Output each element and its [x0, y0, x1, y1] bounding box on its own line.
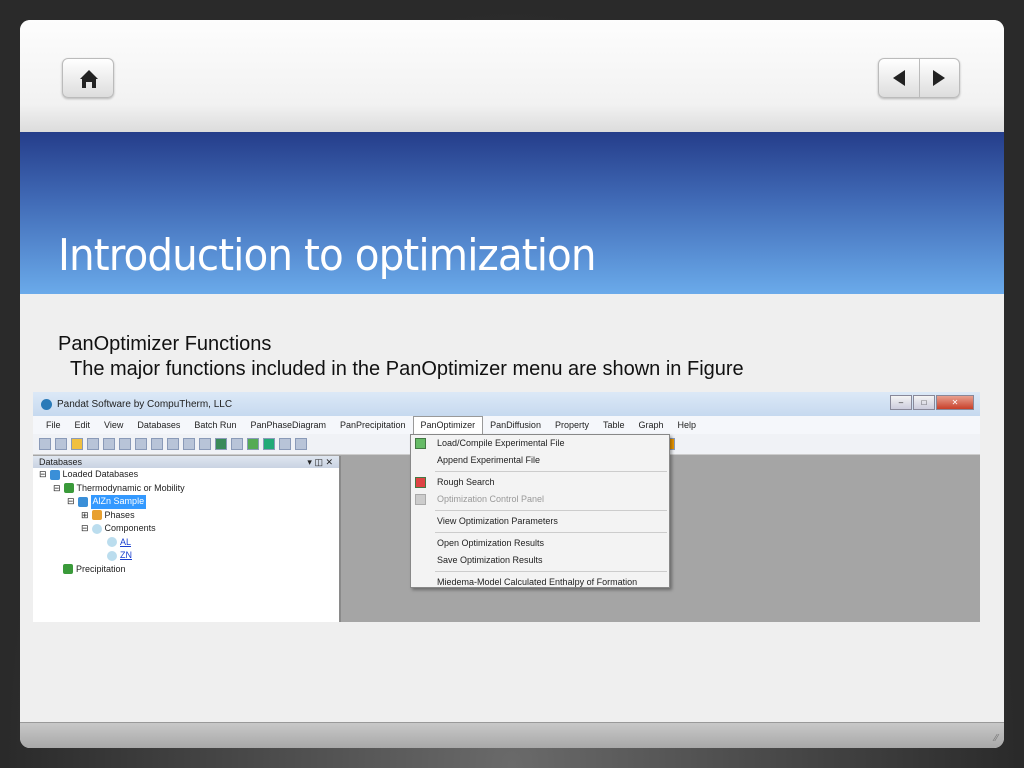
print-icon[interactable] — [135, 438, 147, 450]
delete-icon[interactable] — [199, 438, 211, 450]
tree-item[interactable]: ⊞ Phases — [33, 509, 339, 523]
menu-panoptimizer[interactable]: PanOptimizer — [412, 416, 484, 434]
slide-body-text: The major functions included in the PanO… — [70, 358, 744, 380]
minimize-button[interactable]: – — [890, 395, 912, 410]
menu-separator — [435, 571, 667, 572]
menu-item-save-results[interactable]: Save Optimization Results — [411, 552, 669, 569]
menu-separator — [435, 532, 667, 533]
menu-help[interactable]: Help — [671, 420, 704, 430]
slide-title: Introduction to optimization — [58, 230, 597, 281]
menu-item-control-panel[interactable]: Optimization Control Panel — [411, 491, 669, 508]
control-panel-icon — [415, 494, 426, 505]
tree-item[interactable]: ⊟ Loaded Databases — [33, 468, 339, 482]
cut-icon[interactable] — [151, 438, 163, 450]
triangle-right-icon — [933, 70, 946, 86]
slide-header — [20, 20, 1004, 132]
load-file-icon — [415, 438, 426, 449]
menu-edit[interactable]: Edit — [68, 420, 98, 430]
menu-item-load-compile[interactable]: Load/Compile Experimental File — [411, 435, 669, 452]
database-tree: ⊟ Loaded Databases ⊟ Thermodynamic or Mobi… — [33, 468, 339, 576]
preview-icon[interactable] — [119, 438, 131, 450]
menu-item-view-parameters[interactable]: View Optimization Parameters — [411, 513, 669, 530]
tool-icon[interactable] — [295, 438, 307, 450]
menu-item-append[interactable]: Append Experimental File — [411, 452, 669, 469]
menu-pandiffusion[interactable]: PanDiffusion — [483, 420, 548, 430]
menu-view[interactable]: View — [97, 420, 130, 430]
menu-table[interactable]: Table — [596, 420, 632, 430]
slide-navigation — [878, 58, 960, 98]
app-logo-icon — [41, 398, 52, 410]
menu-property[interactable]: Property — [548, 420, 596, 430]
download-icon[interactable] — [247, 438, 259, 450]
folder-icon[interactable] — [71, 438, 83, 450]
menu-item-miedema[interactable]: Miedema-Model Calculated Enthalpy of For… — [411, 574, 669, 591]
save-icon[interactable] — [87, 438, 99, 450]
rough-search-icon — [415, 477, 426, 488]
home-icon — [80, 70, 98, 88]
menu-separator — [435, 510, 667, 511]
menu-bar: File Edit View Databases Batch Run PanPh… — [33, 416, 980, 434]
maximize-button[interactable]: □ — [913, 395, 935, 410]
tree-item[interactable]: ⊟ Components — [33, 522, 339, 536]
panoptimizer-dropdown: Load/Compile Experimental File Append Ex… — [410, 434, 670, 588]
list-icon[interactable] — [231, 438, 243, 450]
menu-item-rough-search[interactable]: Rough Search — [411, 474, 669, 491]
slide-footer: ⁄⁄ — [20, 722, 1004, 748]
window-titlebar: Pandat Software by CompuTherm, LLC – □ ✕ — [33, 392, 980, 416]
tool-icon[interactable] — [279, 438, 291, 450]
panel-title: Databases — [39, 457, 83, 467]
new-icon[interactable] — [39, 438, 51, 450]
menu-panprecipitation[interactable]: PanPrecipitation — [333, 420, 413, 430]
panel-controls[interactable]: ▾ ◫ ✕ — [307, 456, 333, 468]
next-slide-button[interactable] — [920, 59, 960, 97]
home-button[interactable] — [62, 58, 114, 98]
copy-icon[interactable] — [167, 438, 179, 450]
close-button[interactable]: ✕ — [936, 395, 974, 410]
tree-item[interactable]: AL — [33, 536, 339, 550]
databases-panel: Databases ▾ ◫ ✕ ⊟ Loaded Databases ⊟ Thermo… — [33, 456, 341, 622]
window-title: Pandat Software by CompuTherm, LLC — [57, 398, 233, 410]
triangle-left-icon — [892, 70, 905, 86]
app-screenshot: Pandat Software by CompuTherm, LLC – □ ✕ F… — [33, 392, 980, 622]
resize-grip-icon[interactable]: ⁄⁄ — [995, 733, 998, 744]
tree-item[interactable]: ⊟ Thermodynamic or Mobility — [33, 482, 339, 496]
import-icon[interactable] — [215, 438, 227, 450]
menu-panphasediagram[interactable]: PanPhaseDiagram — [243, 420, 333, 430]
menu-separator — [435, 471, 667, 472]
database-icon[interactable] — [263, 438, 275, 450]
menu-batch-run[interactable]: Batch Run — [187, 420, 243, 430]
menu-item-open-results[interactable]: Open Optimization Results — [411, 535, 669, 552]
paste-icon[interactable] — [183, 438, 195, 450]
tree-item[interactable]: Precipitation — [33, 563, 339, 577]
title-band: Introduction to optimization — [20, 132, 1004, 294]
tree-item[interactable]: ⊟ AlZn Sample — [33, 495, 339, 509]
menu-databases[interactable]: Databases — [130, 420, 187, 430]
slide: Introduction to optimization PanOptimize… — [20, 20, 1004, 748]
open-window-icon[interactable] — [55, 438, 67, 450]
menu-file[interactable]: File — [39, 420, 68, 430]
save-all-icon[interactable] — [103, 438, 115, 450]
slide-heading: PanOptimizer Functions — [58, 333, 272, 355]
menu-graph[interactable]: Graph — [631, 420, 670, 430]
previous-slide-button[interactable] — [879, 59, 920, 97]
tree-item[interactable]: ZN — [33, 549, 339, 563]
